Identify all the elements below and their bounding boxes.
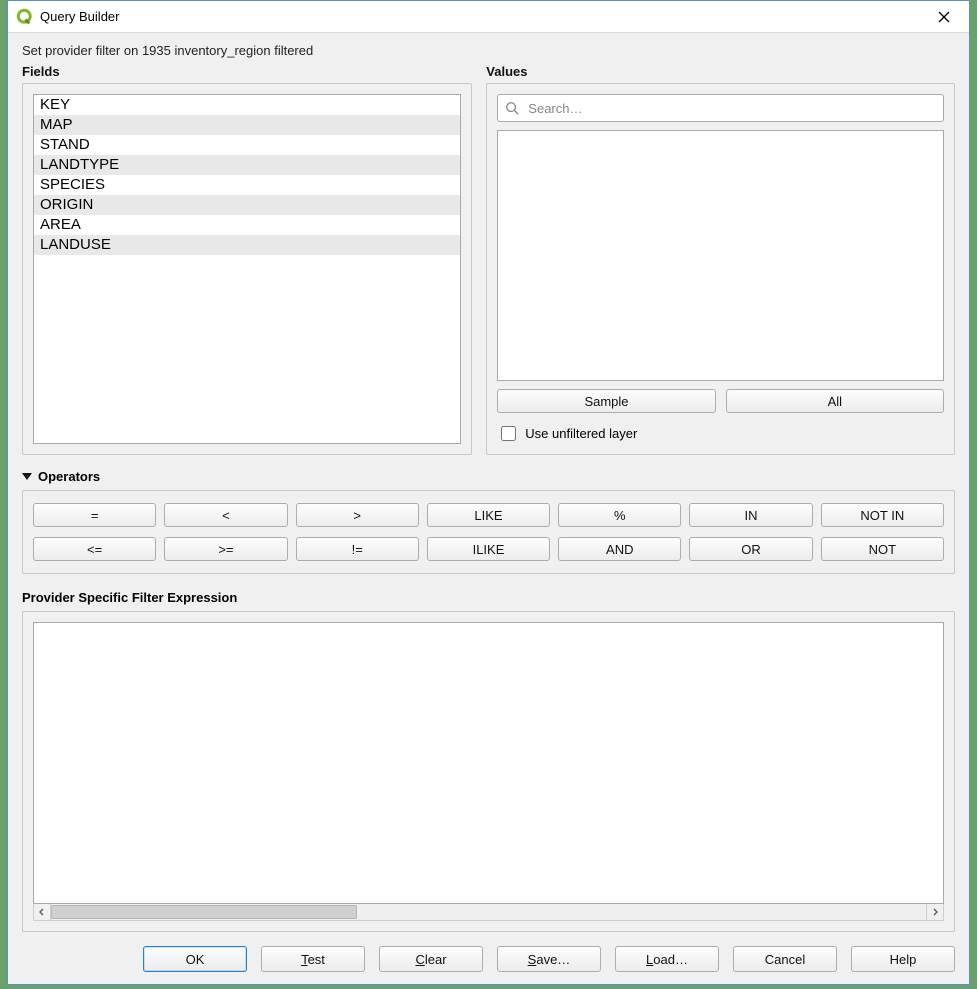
op-notin-button[interactable]: NOT IN [821,503,944,527]
values-list[interactable] [497,130,944,381]
scroll-right-icon[interactable] [926,904,943,920]
op-or-button[interactable]: OR [689,537,812,561]
op-ilike-button[interactable]: ILIKE [427,537,550,561]
close-icon [938,11,950,23]
op-percent-button[interactable]: % [558,503,681,527]
field-item[interactable]: KEY [34,95,460,115]
clear-button-rest: lear [425,952,447,967]
operators-label: Operators [38,469,100,484]
values-groupbox: Sample All Use unfiltered layer [486,83,955,455]
op-ne-button[interactable]: != [296,537,419,561]
dialog-content: Set provider filter on 1935 inventory_re… [8,33,969,984]
op-like-button[interactable]: LIKE [427,503,550,527]
sample-button[interactable]: Sample [497,389,715,413]
op-eq-button[interactable]: = [33,503,156,527]
context-text: Set provider filter on 1935 inventory_re… [22,43,955,58]
op-lt-button[interactable]: < [164,503,287,527]
search-icon [505,101,519,115]
cancel-button[interactable]: Cancel [733,946,837,972]
ok-button[interactable]: OK [143,946,247,972]
field-item[interactable]: ORIGIN [34,195,460,215]
op-and-button[interactable]: AND [558,537,681,561]
scroll-left-icon[interactable] [34,904,51,920]
save-button-rest: ave… [536,952,570,967]
fields-list[interactable]: KEY MAP STAND LANDTYPE SPECIES ORIGIN AR… [33,94,461,444]
expression-label: Provider Specific Filter Expression [22,590,955,605]
load-button[interactable]: Load… [615,946,719,972]
close-button[interactable] [921,2,967,32]
op-in-button[interactable]: IN [689,503,812,527]
fields-panel: Fields KEY MAP STAND LANDTYPE SPECIES OR… [22,64,472,455]
field-item[interactable]: STAND [34,135,460,155]
query-builder-window: Query Builder Set provider filter on 193… [7,0,970,985]
dialog-button-row: OK Test Clear Save… Load… Cancel Help [22,932,955,972]
fields-label: Fields [22,64,472,79]
values-label: Values [486,64,955,79]
values-panel: Values Sample All Use [486,64,955,455]
titlebar: Query Builder [8,1,969,33]
test-button[interactable]: Test [261,946,365,972]
op-ge-button[interactable]: >= [164,537,287,561]
save-button[interactable]: Save… [497,946,601,972]
field-item[interactable]: LANDUSE [34,235,460,255]
qgis-icon [16,8,34,26]
operators-disclosure[interactable]: Operators [22,469,955,484]
operators-groupbox: = < > LIKE % IN NOT IN <= >= != ILIKE AN… [22,490,955,574]
values-search-input[interactable] [497,94,944,122]
clear-button[interactable]: Clear [379,946,483,972]
unfiltered-checkbox-row[interactable]: Use unfiltered layer [497,423,944,444]
field-item[interactable]: MAP [34,115,460,135]
test-button-rest: est [308,952,325,967]
unfiltered-checkbox[interactable] [501,426,516,441]
scroll-thumb[interactable] [51,905,357,919]
expression-groupbox [22,611,955,932]
fields-groupbox: KEY MAP STAND LANDTYPE SPECIES ORIGIN AR… [22,83,472,455]
op-gt-button[interactable]: > [296,503,419,527]
op-le-button[interactable]: <= [33,537,156,561]
expression-hscrollbar[interactable] [33,904,944,921]
all-button[interactable]: All [726,389,944,413]
field-item[interactable]: AREA [34,215,460,235]
scroll-track[interactable] [51,904,926,920]
expression-textarea[interactable] [33,622,944,904]
chevron-down-icon [22,473,32,480]
field-item[interactable]: LANDTYPE [34,155,460,175]
load-button-rest: oad… [653,952,688,967]
help-button[interactable]: Help [851,946,955,972]
window-title: Query Builder [40,9,921,24]
unfiltered-checkbox-label: Use unfiltered layer [525,426,637,441]
field-item[interactable]: SPECIES [34,175,460,195]
op-not-button[interactable]: NOT [821,537,944,561]
